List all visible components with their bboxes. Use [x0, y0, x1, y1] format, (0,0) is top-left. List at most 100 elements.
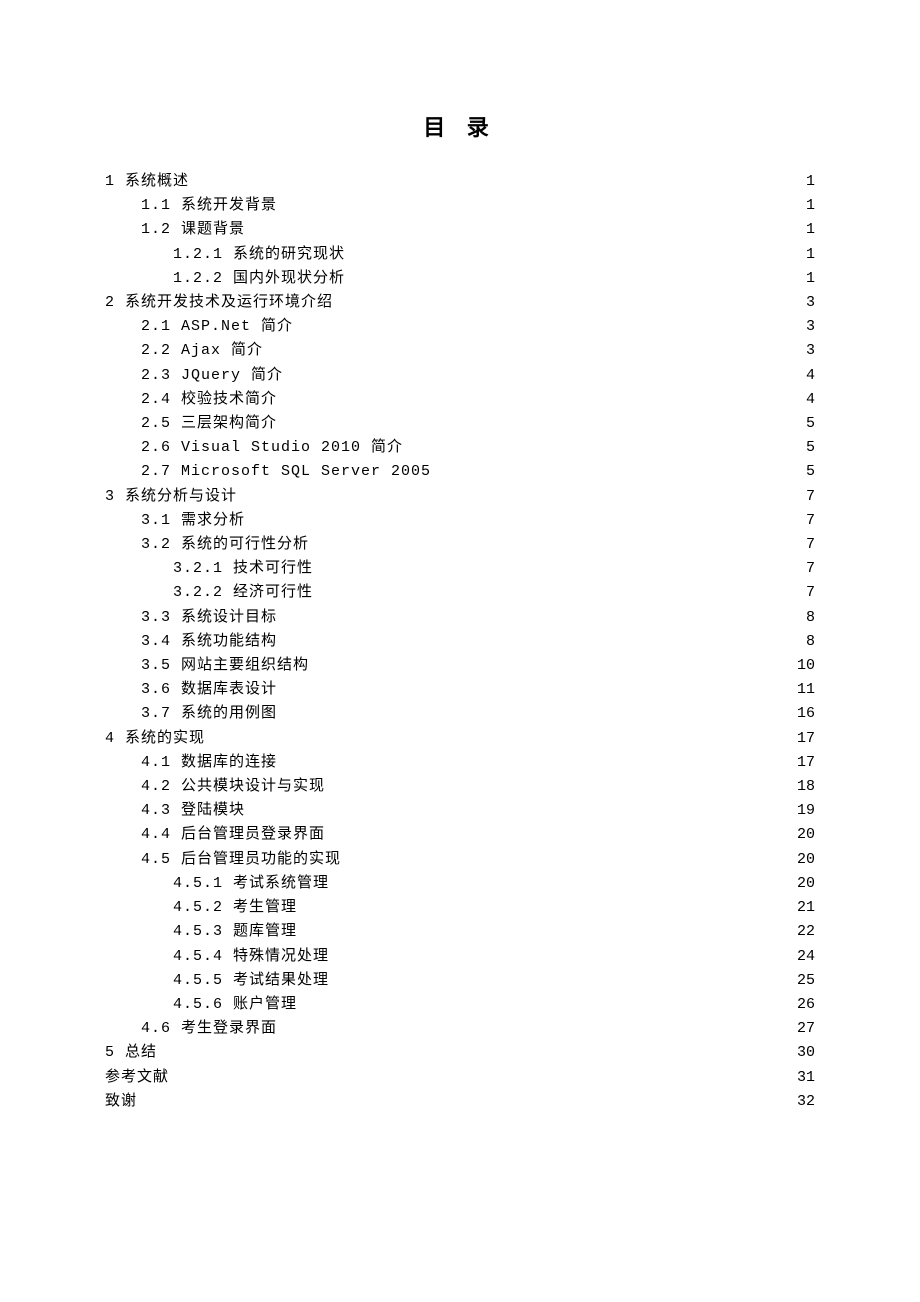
toc-entry-label: 1.2.2 国内外现状分析 [173, 267, 345, 291]
toc-entry-label: 4.5 后台管理员功能的实现 [141, 848, 341, 872]
toc-entry-page: 17 [797, 727, 815, 751]
toc-entry-page: 7 [797, 581, 815, 605]
toc-entry: 2.3 JQuery 简介 4 [105, 364, 815, 388]
toc-entry-label: 3 系统分析与设计 [105, 485, 237, 509]
toc-entry: 3.2 系统的可行性分析 7 [105, 533, 815, 557]
toc-entry-label: 4.5.4 特殊情况处理 [173, 945, 329, 969]
toc-entry-label: 3.1 需求分析 [141, 509, 245, 533]
toc-entry-page: 30 [797, 1041, 815, 1065]
toc-entry-page: 11 [797, 678, 815, 702]
toc-entry-label: 4.4 后台管理员登录界面 [141, 823, 325, 847]
table-of-contents: 1 系统概述 11.1 系统开发背景 11.2 课题背景 11.2.1 系统的研… [105, 170, 815, 1114]
toc-entry-label: 2 系统开发技术及运行环境介绍 [105, 291, 333, 315]
toc-entry-label: 3.7 系统的用例图 [141, 702, 277, 726]
toc-entry: 参考文献 31 [105, 1066, 815, 1090]
toc-entry-page: 4 [797, 364, 815, 388]
toc-entry: 3.2.2 经济可行性 7 [105, 581, 815, 605]
toc-entry-page: 1 [797, 194, 815, 218]
toc-entry: 2.7 Microsoft SQL Server 20055 [105, 460, 815, 484]
toc-entry: 4.5.1 考试系统管理 20 [105, 872, 815, 896]
toc-entry-label: 1 系统概述 [105, 170, 189, 194]
toc-entry: 4 系统的实现 17 [105, 727, 815, 751]
toc-entry: 2.5 三层架构简介 5 [105, 412, 815, 436]
toc-entry: 3.1 需求分析 7 [105, 509, 815, 533]
toc-entry-label: 3.6 数据库表设计 [141, 678, 277, 702]
toc-entry-label: 4.5.5 考试结果处理 [173, 969, 329, 993]
toc-entry-label: 3.2.1 技术可行性 [173, 557, 313, 581]
toc-entry-label: 5 总结 [105, 1041, 157, 1065]
toc-entry-label: 4.5.3 题库管理 [173, 920, 297, 944]
toc-entry-page: 5 [797, 412, 815, 436]
toc-entry-label: 4.3 登陆模块 [141, 799, 245, 823]
toc-entry-page: 3 [797, 291, 815, 315]
toc-entry: 4.5.3 题库管理 22 [105, 920, 815, 944]
toc-entry-label: 4.5.2 考生管理 [173, 896, 297, 920]
toc-entry-page: 7 [797, 509, 815, 533]
toc-entry-page: 4 [797, 388, 815, 412]
toc-entry: 2.6 Visual Studio 2010 简介 5 [105, 436, 815, 460]
toc-entry-label: 4.2 公共模块设计与实现 [141, 775, 325, 799]
toc-entry-label: 4 系统的实现 [105, 727, 205, 751]
toc-entry: 4.5.5 考试结果处理 25 [105, 969, 815, 993]
toc-entry-page: 25 [797, 969, 815, 993]
toc-entry: 2.4 校验技术简介 4 [105, 388, 815, 412]
toc-entry-page: 19 [797, 799, 815, 823]
toc-entry-label: 2.1 ASP.Net 简介 [141, 315, 293, 339]
toc-entry-page: 5 [797, 436, 815, 460]
toc-entry-label: 致谢 [105, 1090, 137, 1114]
toc-entry: 3.7 系统的用例图 16 [105, 702, 815, 726]
toc-entry-page: 7 [797, 533, 815, 557]
toc-entry-label: 3.4 系统功能结构 [141, 630, 277, 654]
toc-entry-page: 3 [797, 315, 815, 339]
toc-entry: 4.4 后台管理员登录界面 20 [105, 823, 815, 847]
toc-entry-label: 4.1 数据库的连接 [141, 751, 277, 775]
toc-entry: 5 总结 30 [105, 1041, 815, 1065]
toc-entry-label: 4.5.6 账户管理 [173, 993, 297, 1017]
toc-entry-label: 4.5.1 考试系统管理 [173, 872, 329, 896]
toc-entry-label: 3.2.2 经济可行性 [173, 581, 313, 605]
toc-entry-page: 8 [797, 606, 815, 630]
toc-entry: 1.2 课题背景 1 [105, 218, 815, 242]
toc-entry: 3.2.1 技术可行性 7 [105, 557, 815, 581]
toc-entry: 2 系统开发技术及运行环境介绍 3 [105, 291, 815, 315]
toc-entry-page: 26 [797, 993, 815, 1017]
toc-entry-page: 22 [797, 920, 815, 944]
toc-entry-page: 17 [797, 751, 815, 775]
toc-entry-page: 7 [797, 557, 815, 581]
toc-entry: 致谢 32 [105, 1090, 815, 1114]
toc-entry-label: 1.2.1 系统的研究现状 [173, 243, 345, 267]
toc-entry-page: 1 [797, 243, 815, 267]
toc-entry: 3.3 系统设计目标 8 [105, 606, 815, 630]
toc-entry: 1.1 系统开发背景 1 [105, 194, 815, 218]
toc-entry-page: 1 [797, 218, 815, 242]
toc-entry-label: 2.5 三层架构简介 [141, 412, 277, 436]
toc-entry-page: 27 [797, 1017, 815, 1041]
toc-entry: 4.2 公共模块设计与实现 18 [105, 775, 815, 799]
toc-entry: 3.4 系统功能结构 8 [105, 630, 815, 654]
toc-entry-label: 1.2 课题背景 [141, 218, 245, 242]
toc-entry-label: 参考文献 [105, 1066, 169, 1090]
toc-entry: 4.5.6 账户管理 26 [105, 993, 815, 1017]
toc-entry-page: 24 [797, 945, 815, 969]
toc-entry-label: 2.4 校验技术简介 [141, 388, 277, 412]
toc-entry-label: 3.3 系统设计目标 [141, 606, 277, 630]
toc-entry-label: 2.3 JQuery 简介 [141, 364, 283, 388]
toc-entry-page: 20 [797, 848, 815, 872]
toc-entry-page: 20 [797, 823, 815, 847]
toc-entry: 1 系统概述 1 [105, 170, 815, 194]
toc-entry: 4.5.4 特殊情况处理 24 [105, 945, 815, 969]
toc-entry: 4.3 登陆模块 19 [105, 799, 815, 823]
toc-entry-page: 3 [797, 339, 815, 363]
toc-entry-label: 4.6 考生登录界面 [141, 1017, 277, 1041]
toc-entry-page: 10 [797, 654, 815, 678]
toc-entry-page: 32 [797, 1090, 815, 1114]
toc-entry: 1.2.1 系统的研究现状 1 [105, 243, 815, 267]
toc-entry: 4.6 考生登录界面 27 [105, 1017, 815, 1041]
toc-entry: 4.5.2 考生管理 21 [105, 896, 815, 920]
toc-entry: 2.1 ASP.Net 简介 3 [105, 315, 815, 339]
toc-entry-label: 3.2 系统的可行性分析 [141, 533, 309, 557]
toc-entry-page: 1 [797, 170, 815, 194]
toc-entry: 3.5 网站主要组织结构10 [105, 654, 815, 678]
toc-entry-page: 18 [797, 775, 815, 799]
document-title: 目 录 [105, 110, 815, 142]
